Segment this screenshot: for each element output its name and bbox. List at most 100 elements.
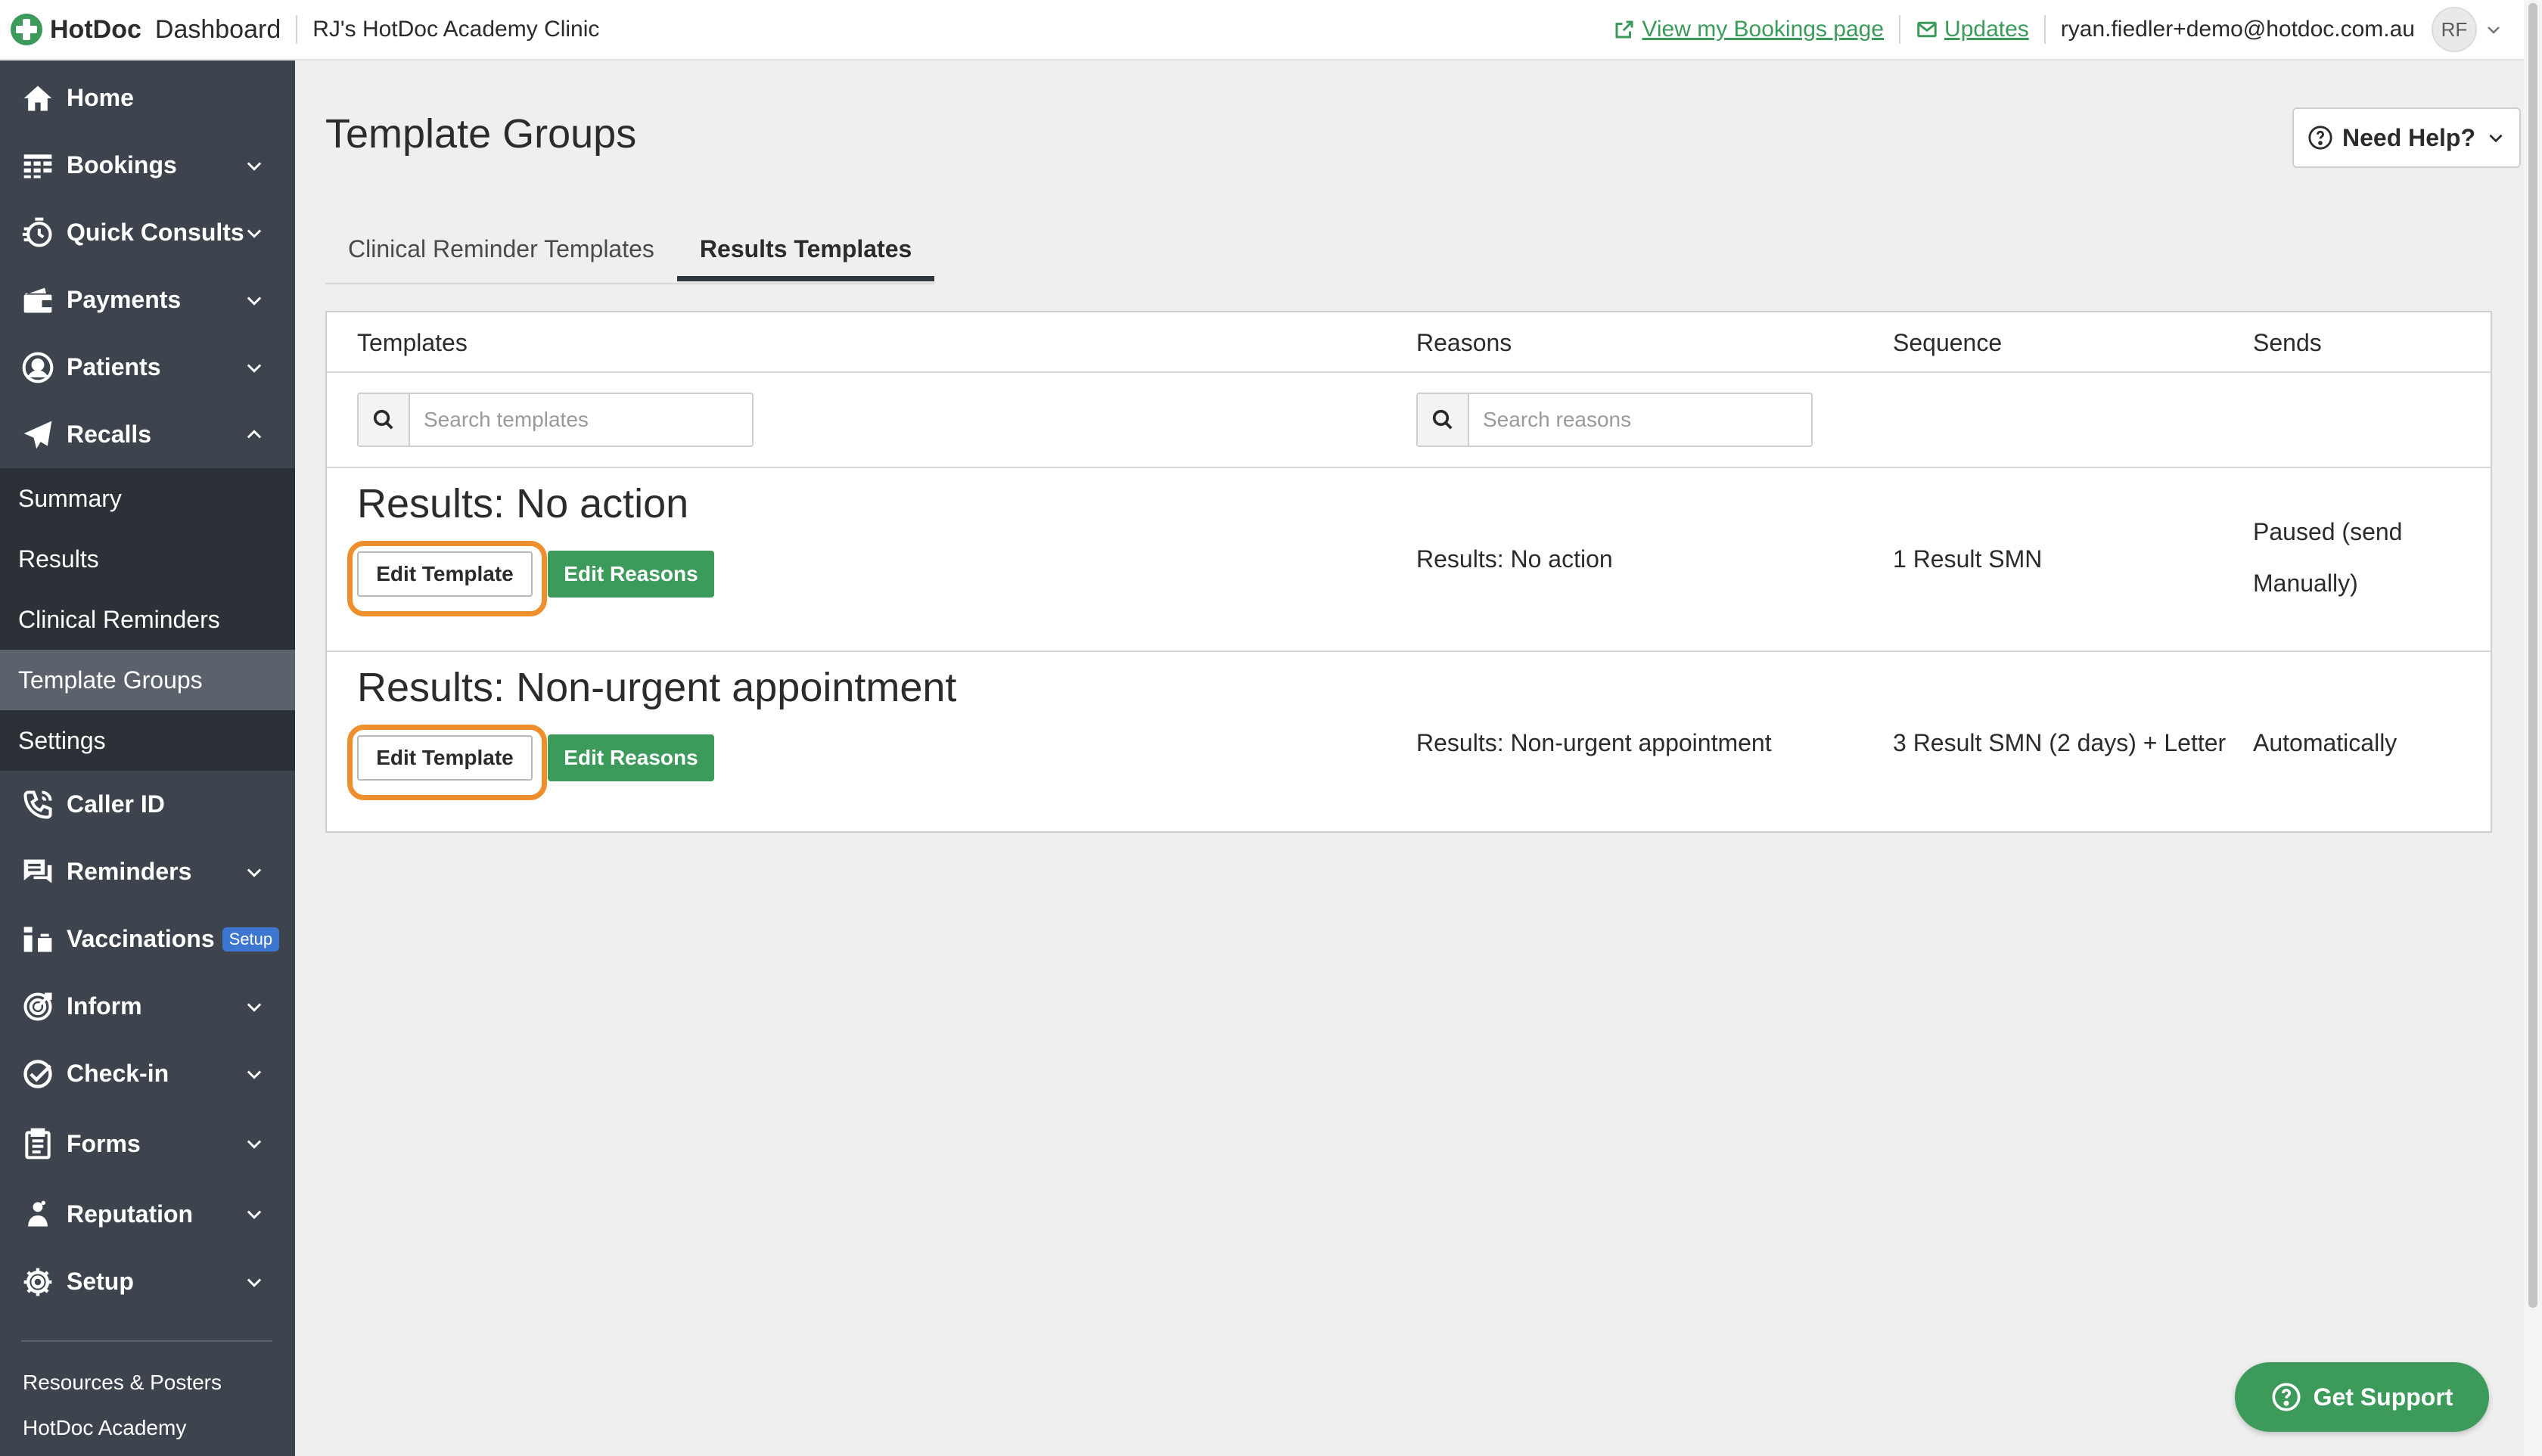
main-content: Template Groups Need Help? Clinical Remi… <box>295 61 2524 1456</box>
sidebar-item-vaccinations[interactable]: Vaccinations Setup <box>0 905 295 973</box>
chevron-down-icon <box>247 363 262 373</box>
clinic-name: RJ's HotDoc Academy Clinic <box>312 17 600 42</box>
edit-template-button[interactable]: Edit Template <box>357 551 533 597</box>
user-email: ryan.fiedler+demo@hotdoc.com.au <box>2060 17 2415 42</box>
sidebar-item-forms[interactable]: Forms <box>0 1107 295 1180</box>
sidebar-item-label: Inform <box>67 992 142 1020</box>
get-support-label: Get Support <box>2313 1383 2453 1411</box>
sidebar-item-check-in[interactable]: Check-in <box>0 1040 295 1107</box>
brand-name: HotDoc <box>50 14 141 44</box>
view-bookings-link[interactable]: View my Bookings page <box>1613 17 1884 42</box>
clipboard-icon <box>25 1128 51 1160</box>
search-reasons-input[interactable] <box>1469 407 1802 433</box>
wallet-icon <box>23 287 52 312</box>
filter-row <box>327 373 2491 468</box>
sidebar-item-label: Vaccinations <box>67 925 215 952</box>
chevron-down-icon[interactable] <box>2485 20 2503 39</box>
sidebar-item-label: Home <box>67 84 134 111</box>
table-row: Results: Non-urgent appointment Edit Tem… <box>327 652 2491 834</box>
sidebar-item-caller-id[interactable]: Caller ID <box>0 771 295 838</box>
tab-results-templates[interactable]: Results Templates <box>676 216 935 281</box>
column-header-sequence: Sequence <box>1893 329 2003 356</box>
avatar[interactable]: RF <box>2432 7 2477 52</box>
sends-line: Paused (send <box>2253 518 2403 545</box>
sidebar-item-reminders[interactable]: Reminders <box>0 838 295 905</box>
reason-cell: Results: No action <box>1416 545 1613 573</box>
sends-line: Manually) <box>2253 570 2358 597</box>
table-row: Results: No action Edit Template Edit Re… <box>327 468 2491 652</box>
phone-icon <box>23 790 52 819</box>
chevron-down-icon <box>247 228 262 238</box>
chevron-down-icon <box>247 296 262 306</box>
sidebar-item-bookings[interactable]: Bookings <box>0 132 295 199</box>
hotdoc-academy-link[interactable]: HotDoc Academy <box>23 1416 186 1440</box>
chevron-down-icon <box>247 868 262 877</box>
sidebar-item-label: Forms <box>67 1129 141 1157</box>
need-help-label: Need Help? <box>2342 123 2476 151</box>
tab-clinical-reminder-templates[interactable]: Clinical Reminder Templates <box>325 216 677 281</box>
sidebar-item-label: Recalls <box>67 421 152 448</box>
sidebar-item-patients[interactable]: Patients <box>0 334 295 401</box>
search-icon <box>359 394 410 445</box>
need-help-button[interactable]: Need Help? <box>2292 107 2521 168</box>
edit-reasons-button[interactable]: Edit Reasons <box>548 734 714 781</box>
chevron-down-icon <box>247 1140 262 1149</box>
vaccine-vials-icon <box>23 927 52 952</box>
reason-cell: Results: Non-urgent appointment <box>1416 729 1772 756</box>
sidebar-subitem-settings[interactable]: Settings <box>0 710 295 771</box>
question-circle-icon <box>2272 1383 2301 1411</box>
paper-plane-icon <box>23 421 52 449</box>
sidebar-item-home[interactable]: Home <box>0 64 295 132</box>
recalls-submenu: Summary Results Clinical Reminders Templ… <box>0 468 295 771</box>
sidebar-subitem-clinical-reminders[interactable]: Clinical Reminders <box>0 589 295 650</box>
sidebar-item-label: Reputation <box>67 1200 194 1228</box>
sidebar-item-reputation[interactable]: Reputation <box>0 1180 295 1248</box>
column-header-templates: Templates <box>357 329 468 356</box>
sidebar-item-label: Setup <box>67 1268 134 1295</box>
person-star-icon <box>28 1200 48 1227</box>
template-title: Results: No action <box>357 481 689 526</box>
sends-cell: Paused (send Manually) <box>2253 506 2402 609</box>
divider <box>296 15 298 44</box>
brand-subtitle: Dashboard <box>154 14 281 44</box>
get-support-button[interactable]: Get Support <box>2235 1362 2489 1432</box>
user-circle-icon <box>22 352 54 383</box>
sidebar-item-label: Payments <box>67 286 182 313</box>
template-tabs: Clinical Reminder Templates Results Temp… <box>325 216 935 284</box>
column-header-reasons: Reasons <box>1416 329 1512 356</box>
scrollbar-thumb[interactable] <box>2528 3 2537 1308</box>
brand[interactable]: HotDoc Dashboard <box>9 12 281 47</box>
sidebar-item-recalls[interactable]: Recalls <box>0 401 295 468</box>
templates-table: Templates Reasons Sequence Sends Results… <box>325 311 2492 833</box>
resources-posters-link[interactable]: Resources & Posters <box>23 1371 222 1395</box>
target-icon <box>23 992 52 1021</box>
gear-icon <box>23 1268 52 1296</box>
view-bookings-label: View my Bookings page <box>1642 17 1885 42</box>
chevron-down-icon <box>247 1277 262 1287</box>
chevron-down-icon <box>247 161 262 171</box>
search-templates-input[interactable] <box>410 407 743 433</box>
search-icon <box>1418 394 1469 445</box>
calendar-grid-icon <box>23 154 52 178</box>
sidebar-item-quick-consults[interactable]: Quick Consults <box>0 199 295 266</box>
column-header-sends: Sends <box>2253 329 2322 356</box>
sidebar-item-payments[interactable]: Payments <box>0 266 295 334</box>
search-templates-field <box>357 393 754 447</box>
updates-link[interactable]: Updates <box>1916 17 2029 42</box>
chat-bubbles-icon <box>23 859 52 883</box>
chevron-down-icon <box>247 1002 262 1012</box>
check-circle-icon <box>23 1059 52 1088</box>
sidebar-item-label: Caller ID <box>67 790 165 818</box>
edit-reasons-button[interactable]: Edit Reasons <box>548 551 714 598</box>
table-header: Templates Reasons Sequence Sends <box>327 312 2491 373</box>
sidebar: Home Bookings Quick Consults Payments Pa… <box>0 61 295 1456</box>
page-scrollbar[interactable] <box>2524 0 2542 1456</box>
sidebar-subitem-summary[interactable]: Summary <box>0 468 295 529</box>
edit-template-button[interactable]: Edit Template <box>357 735 533 781</box>
sidebar-subitem-results[interactable]: Results <box>0 529 295 589</box>
sidebar-item-setup[interactable]: Setup <box>0 1248 295 1315</box>
sidebar-item-inform[interactable]: Inform <box>0 973 295 1040</box>
page-title: Template Groups <box>325 111 637 157</box>
divider <box>1899 15 1901 44</box>
sidebar-subitem-template-groups[interactable]: Template Groups <box>0 650 295 710</box>
